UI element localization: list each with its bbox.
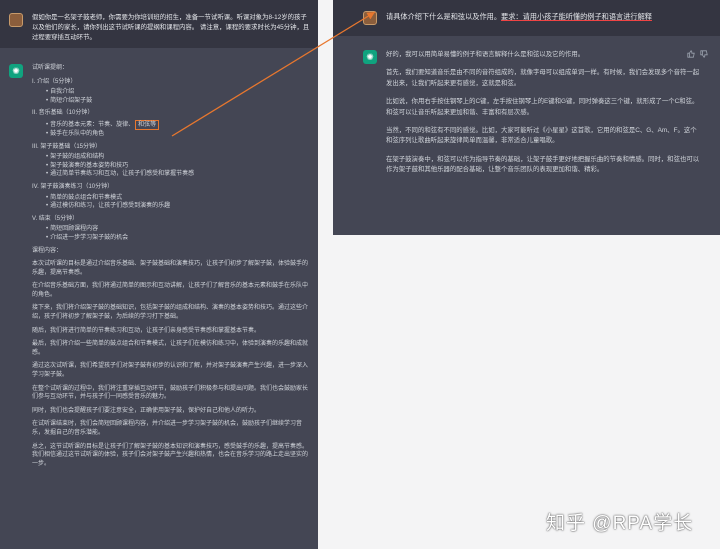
list-item: 介绍进一步学习架子鼓的机会 xyxy=(46,234,308,243)
requirement-text: 要求：请用小孩子能听懂的例子和语言进行解释 xyxy=(501,12,652,21)
left-chat-panel: 假如你是一名架子鼓老师，你需要为你培训班的招生，准备一节试听课。听课对象为8-1… xyxy=(0,0,318,549)
list-item: 架子鼓演奏的基本姿势和技巧 xyxy=(46,162,308,171)
section-list: 简短回顾课程内容 介绍进一步学习架子鼓的机会 xyxy=(32,225,308,242)
list-item: 架子鼓的组成和结构 xyxy=(46,153,308,162)
chatgpt-logo-icon: ✺ xyxy=(363,50,377,64)
content-paragraph: 在介绍音乐基础方面，我们将通过简单的图示和互动讲解，让孩子们了解音乐的基本元素和… xyxy=(32,283,309,298)
section-list: 简单的鼓点组合和节奏模式 通过模仿和练习，让孩子们感受到演奏的乐趣 xyxy=(32,194,308,211)
reply-paragraph: 在架子鼓演奏中，和弦可以作为指导节奏的基础，让架子鼓手更好地把握乐曲的节奏和情感… xyxy=(386,155,700,174)
content-paragraph: 通过这次试听课，我们希望孩子们对架子鼓有初步的认识和了解，并对架子鼓演奏产生兴趣… xyxy=(32,363,309,379)
reply-paragraph: 首先，我们要知道音乐是由不同的音符组成的，就像字母可以组成单词一样。有时候，我们… xyxy=(386,69,700,87)
section-heading: I. 介绍（5分钟） xyxy=(32,78,77,85)
list-item: 简短介绍架子鼓 xyxy=(46,97,308,106)
content-paragraph: 本次试听课的目标是通过介绍音乐基础、架子鼓基础和演奏技巧，让孩子们初步了解架子鼓… xyxy=(32,261,309,276)
user-avatar xyxy=(9,13,23,27)
thumbs-up-icon[interactable] xyxy=(687,50,695,60)
list-item: 鼓手在乐队中的角色 xyxy=(46,130,308,139)
section-list: 架子鼓的组成和结构 架子鼓演奏的基本姿势和技巧 通过简单节奏练习和互动，让孩子们… xyxy=(32,153,308,179)
list-item: 通过简单节奏练习和互动，让孩子们感受和掌握节奏感 xyxy=(46,170,308,179)
reply-paragraph: 好的，我可以用简单易懂的例子和语言解释什么是和弦以及它的作用。 xyxy=(386,51,585,58)
right-chat-panel: 请具体介绍下什么是和弦以及作用。要求：请用小孩子能听懂的例子和语言进行解释 ✺ … xyxy=(333,0,720,235)
content-paragraph: 在整个试听课的过程中，我们将注重穿插互动环节，鼓励孩子们积极参与和提出问题。我们… xyxy=(32,385,309,401)
content-paragraph: 最后，我们将介绍一些简单的鼓点组合和节奏模式，让孩子们在模仿和练习中，体验到演奏… xyxy=(32,341,309,356)
content-paragraph: 接下来，我们将介绍架子鼓的基础知识，包括架子鼓的组成和结构、演奏的基本姿势和技巧… xyxy=(32,305,309,321)
outline-title: 试听课提纲： xyxy=(32,65,69,71)
list-item: 简单的鼓点组合和节奏模式 xyxy=(46,194,308,203)
content-title: 课程内容： xyxy=(32,247,63,254)
section-heading: V. 结束（5分钟） xyxy=(32,215,79,222)
chatgpt-logo-icon: ✺ xyxy=(9,64,23,78)
reply-paragraph: 当然，不同的和弦有不同的感觉。比如，大家可能听过《小星星》这首歌，它用的和弦是C… xyxy=(386,127,697,145)
thumbs-down-icon[interactable] xyxy=(700,50,708,60)
content-paragraph: 在试听课结束时，我们会简短回顾课程内容，并介绍进一步学习架子鼓的机会，鼓励孩子们… xyxy=(32,421,303,436)
list-item: 简短回顾课程内容 xyxy=(46,225,308,234)
user-message-row: 假如你是一名架子鼓老师，你需要为你培训班的招生，准备一节试听课。听课对象为8-1… xyxy=(0,0,318,48)
highlight-chord-box: 和弦等 xyxy=(135,119,160,130)
content-paragraph: 随后，我们将进行简单的节奏练习和互动，让孩子们亲身感受节奏感和掌握基本节奏。 xyxy=(32,327,261,334)
list-item: 自我介绍 xyxy=(46,88,308,97)
reply-paragraph: 比如说，你用右手按住钢琴上的C键，左手按住钢琴上的E键和G键，同时弹奏这三个键，… xyxy=(386,98,699,116)
list-item-text: 音乐的基本元素：节奏、旋律、 xyxy=(50,121,135,128)
assistant-message: 试听课提纲： I. 介绍（5分钟） 自我介绍 简短介绍架子鼓 II. 音乐基础（… xyxy=(32,64,308,473)
user-message-text: 请具体介绍下什么是和弦以及作用。要求：请用小孩子能听懂的例子和语言进行解释 xyxy=(386,12,706,22)
section-heading: III. 架子鼓基础（15分钟） xyxy=(32,143,102,150)
list-item: 音乐的基本元素：节奏、旋律、和弦等 xyxy=(46,119,308,130)
content-paragraph: 总之，这节试听课的目标是让孩子们了解架子鼓的基本知识和演奏技巧，感受鼓手的乐趣，… xyxy=(32,443,309,467)
section-heading: II. 音乐基础（10分钟） xyxy=(32,110,94,117)
content-paragraph: 同时，我们也会提醒孩子们要注意安全，正确使用架子鼓，保护好自己和他人的听力。 xyxy=(32,407,261,414)
list-item: 通过模仿和练习，让孩子们感受到演奏的乐趣 xyxy=(46,202,308,211)
question-text: 请具体介绍下什么是和弦以及作用。 xyxy=(386,12,502,21)
section-list: 音乐的基本元素：节奏、旋律、和弦等 鼓手在乐队中的角色 xyxy=(32,119,308,139)
user-avatar xyxy=(363,11,377,25)
user-message-text: 假如你是一名架子鼓老师，你需要为你培训班的招生，准备一节试听课。听课对象为8-1… xyxy=(32,14,310,41)
section-heading: IV. 架子鼓演奏练习（10分钟） xyxy=(32,183,114,190)
zhihu-watermark: 知乎 @RPA学长 xyxy=(546,513,694,534)
section-list: 自我介绍 简短介绍架子鼓 xyxy=(32,88,308,105)
assistant-message: 好的，我可以用简单易懂的例子和语言解释什么是和弦以及它的作用。 首先，我们要知道… xyxy=(386,50,702,184)
user-message-row: 请具体介绍下什么是和弦以及作用。要求：请用小孩子能听懂的例子和语言进行解释 xyxy=(333,0,720,36)
